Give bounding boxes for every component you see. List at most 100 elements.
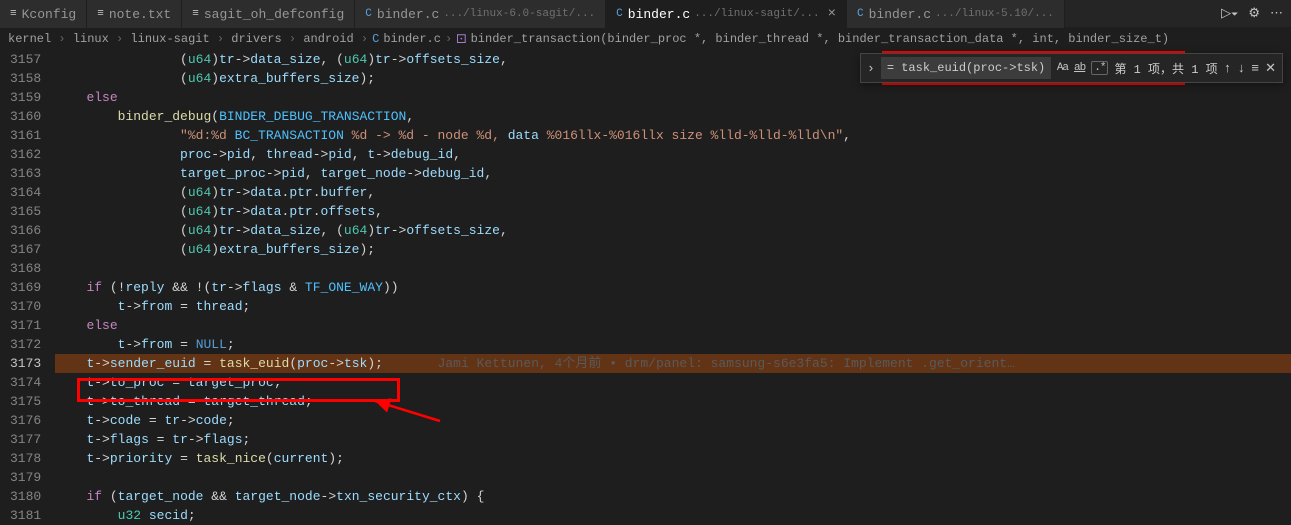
run-icon[interactable]: ▷⏷ [1221, 6, 1238, 21]
regex-toggle[interactable]: .* [1091, 61, 1108, 75]
tab-label: binder.c [377, 7, 439, 22]
line-number: 3175 [10, 392, 41, 411]
match-count: 第 1 项，共 1 项 [1114, 60, 1217, 77]
code-area[interactable]: (u64)tr->data_size, (u64)tr->offsets_siz… [55, 50, 1291, 525]
code-line[interactable]: t->flags = tr->flags; [55, 430, 1291, 449]
file-icon: ≡ [97, 8, 104, 20]
prev-match-icon[interactable]: ↑ [1224, 61, 1232, 76]
file-icon: ≡ [10, 8, 17, 20]
tab-label: note.txt [109, 7, 171, 22]
line-number: 3179 [10, 468, 41, 487]
code-line[interactable]: proc->pid, thread->pid, t->debug_id, [55, 145, 1291, 164]
match-case-toggle[interactable]: Aa [1057, 62, 1068, 74]
next-match-icon[interactable]: ↓ [1237, 61, 1245, 76]
code-line[interactable]: else [55, 88, 1291, 107]
line-number: 3170 [10, 297, 41, 316]
code-line[interactable]: (u64)tr->data_size, (u64)tr->offsets_siz… [55, 221, 1291, 240]
file-icon: ≡ [192, 8, 199, 20]
line-number: 3158 [10, 69, 41, 88]
code-line[interactable]: (u64)tr->data.ptr.offsets, [55, 202, 1291, 221]
breadcrumb-function[interactable]: binder_transaction(binder_proc *, binder… [471, 32, 1170, 46]
tab-path: .../linux-sagit/... [694, 8, 819, 20]
whole-word-toggle[interactable]: ab [1074, 62, 1085, 74]
breadcrumb-segment[interactable]: linux [73, 32, 109, 46]
line-number: 3177 [10, 430, 41, 449]
code-line[interactable]: (u64)extra_buffers_size); [55, 240, 1291, 259]
search-input[interactable] [881, 57, 1051, 79]
code-line[interactable]: t->to_thread = target_thread; [55, 392, 1291, 411]
code-line[interactable]: if (!reply && !(tr->flags & TF_ONE_WAY)) [55, 278, 1291, 297]
tab-binder-c[interactable]: Cbinder.c .../linux-5.10/... [847, 0, 1065, 28]
code-line[interactable]: u32 secid; [55, 506, 1291, 525]
tab-path: .../linux-6.0-sagit/... [443, 8, 595, 20]
settings-icon[interactable]: ⚙ [1248, 6, 1260, 21]
breadcrumb-file[interactable]: binder.c [383, 32, 441, 46]
line-number: 3173 [10, 354, 41, 373]
close-icon[interactable]: × [828, 6, 836, 22]
breadcrumb-segment[interactable]: android [303, 32, 353, 46]
code-line[interactable]: "%d:%d BC_TRANSACTION %d -> %d - node %d… [55, 126, 1291, 145]
tab-label: binder.c [628, 7, 690, 22]
code-line[interactable]: t->from = NULL; [55, 335, 1291, 354]
tab-label: Kconfig [22, 7, 77, 22]
tab-bar: ≡ Kconfig ≡ note.txt ≡ sagit_oh_defconfig Cbin… [0, 0, 1291, 28]
code-line[interactable]: t->from = thread; [55, 297, 1291, 316]
line-number: 3167 [10, 240, 41, 259]
line-number: 3171 [10, 316, 41, 335]
c-file-icon: C [372, 32, 379, 46]
close-icon[interactable]: ✕ [1265, 61, 1276, 76]
code-line[interactable]: (u64)tr->data.ptr.buffer, [55, 183, 1291, 202]
line-number: 3174 [10, 373, 41, 392]
code-editor[interactable]: 3157315831593160316131623163316431653166… [0, 50, 1291, 525]
line-number: 3165 [10, 202, 41, 221]
line-number: 3178 [10, 449, 41, 468]
file-icon: C [365, 8, 372, 20]
breadcrumb-segment[interactable]: drivers [231, 32, 281, 46]
line-number: 3181 [10, 506, 41, 525]
code-line[interactable]: binder_debug(BINDER_DEBUG_TRANSACTION, [55, 107, 1291, 126]
breadcrumb: kernel › linux › linux-sagit › drivers ›… [0, 28, 1291, 50]
tab-label: sagit_oh_defconfig [204, 7, 344, 22]
find-in-selection-icon[interactable]: ≡ [1251, 61, 1259, 76]
find-widget: › Aa ab .* 第 1 项，共 1 项 ↑ ↓ ≡ ✕ [860, 53, 1283, 83]
code-line[interactable] [55, 259, 1291, 278]
file-icon: C [616, 8, 623, 20]
tab-sagit_oh_defconfig[interactable]: ≡ sagit_oh_defconfig [182, 0, 355, 28]
tab-binder-c[interactable]: Cbinder.c .../linux-6.0-sagit/... [355, 0, 606, 28]
breadcrumb-segment[interactable]: kernel [8, 32, 51, 46]
code-line[interactable] [55, 468, 1291, 487]
line-number: 3176 [10, 411, 41, 430]
git-blame: Jami Kettunen, 4个月前 • drm/panel: samsung… [438, 356, 1015, 371]
line-number: 3169 [10, 278, 41, 297]
tab-kconfig[interactable]: ≡ Kconfig [0, 0, 87, 28]
code-line[interactable]: t->to_proc = target_proc; [55, 373, 1291, 392]
line-number: 3172 [10, 335, 41, 354]
more-icon[interactable]: ⋯ [1270, 6, 1283, 21]
line-number: 3166 [10, 221, 41, 240]
code-line[interactable]: t->sender_euid = task_euid(proc->tsk); J… [55, 354, 1291, 373]
line-number: 3168 [10, 259, 41, 278]
tab-note-txt[interactable]: ≡ note.txt [87, 0, 182, 28]
code-line[interactable]: else [55, 316, 1291, 335]
line-number: 3180 [10, 487, 41, 506]
tab-path: .../linux-5.10/... [935, 8, 1054, 20]
line-number: 3157 [10, 50, 41, 69]
tab-label: binder.c [869, 7, 931, 22]
editor-actions: ▷⏷ ⚙ ⋯ [1221, 0, 1291, 27]
line-number: 3160 [10, 107, 41, 126]
line-number: 3164 [10, 183, 41, 202]
code-line[interactable]: t->priority = task_nice(current); [55, 449, 1291, 468]
line-number: 3161 [10, 126, 41, 145]
tab-binder-c[interactable]: Cbinder.c .../linux-sagit/... × [606, 0, 847, 28]
line-number: 3163 [10, 164, 41, 183]
line-number: 3162 [10, 145, 41, 164]
code-line[interactable]: t->code = tr->code; [55, 411, 1291, 430]
file-icon: C [857, 8, 864, 20]
code-line[interactable]: if (target_node && target_node->txn_secu… [55, 487, 1291, 506]
code-line[interactable]: target_proc->pid, target_node->debug_id, [55, 164, 1291, 183]
breadcrumb-segment[interactable]: linux-sagit [130, 32, 209, 46]
function-icon: ⚀ [456, 32, 466, 47]
expand-replace-icon[interactable]: › [867, 61, 875, 76]
line-gutter: 3157315831593160316131623163316431653166… [0, 50, 55, 525]
line-number: 3159 [10, 88, 41, 107]
